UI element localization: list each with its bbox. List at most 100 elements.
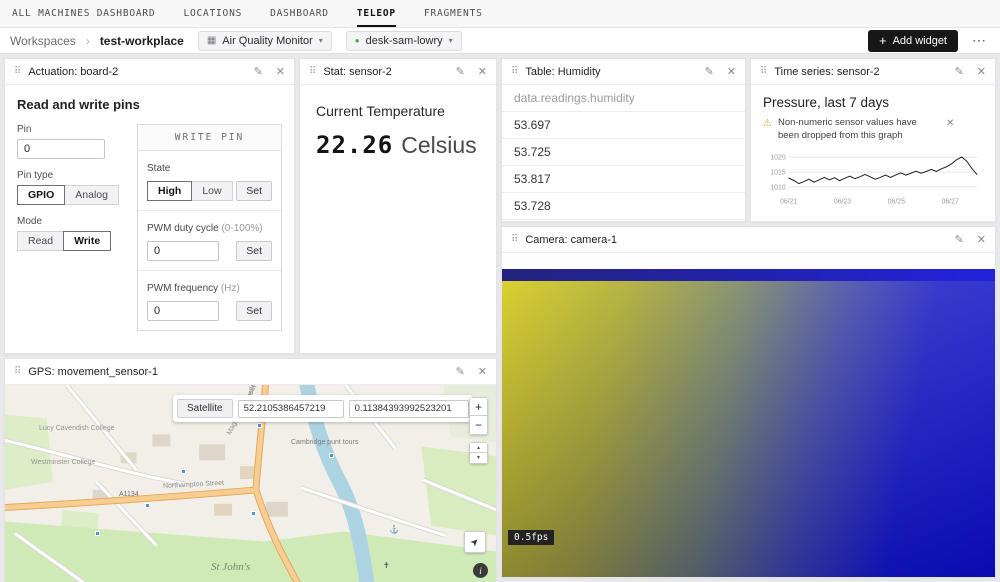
svg-text:1010: 1010: [770, 184, 785, 191]
edit-icon[interactable]: ✎: [955, 65, 964, 78]
breadcrumb-current-workspace: test-workplace: [100, 34, 184, 48]
edit-icon[interactable]: ✎: [456, 65, 465, 78]
edit-icon[interactable]: ✎: [955, 233, 964, 246]
svg-text:06/21: 06/21: [780, 198, 797, 205]
pwm-duty-input[interactable]: [147, 241, 219, 261]
machine-icon: ▦: [207, 35, 216, 46]
pin-type-analog-button[interactable]: Analog: [64, 185, 119, 205]
nav-fragments[interactable]: FRAGMENTS: [424, 0, 483, 27]
map-label: Westminster College: [31, 459, 95, 466]
widget-canvas: ⠿ Actuation: board-2 ✎ ✕ Read and write …: [0, 54, 1000, 582]
close-icon[interactable]: ✕: [977, 65, 986, 78]
stat-value: 22.26: [316, 131, 393, 159]
timeseries-heading: Pressure, last 7 days: [763, 95, 983, 110]
edit-icon[interactable]: ✎: [456, 365, 465, 378]
locate-button[interactable]: ➤: [464, 531, 486, 553]
pwm-frequency-hint: (Hz): [221, 283, 240, 294]
mode-read-button[interactable]: Read: [17, 231, 64, 251]
widget-actuation: ⠿ Actuation: board-2 ✎ ✕ Read and write …: [4, 58, 295, 354]
table-row: 53.697: [502, 112, 745, 139]
pitch-up-button[interactable]: ▲: [469, 442, 488, 453]
nav-teleop[interactable]: TELEOP: [357, 0, 396, 27]
svg-text:1020: 1020: [770, 154, 785, 161]
svg-text:06/25: 06/25: [888, 198, 905, 205]
chevron-down-icon: ▾: [449, 36, 453, 45]
camera-feed-gradient: [502, 281, 995, 577]
pitch-down-button[interactable]: ▼: [469, 453, 488, 464]
map-label: Cambridge punt tours: [291, 439, 358, 446]
nav-all-machines-dashboard[interactable]: ALL MACHINES DASHBOARD: [12, 0, 155, 27]
map-label: Lucy Cavendish College: [39, 425, 115, 432]
map-attribution-icon[interactable]: i: [473, 563, 488, 578]
edit-icon[interactable]: ✎: [254, 65, 263, 78]
warning-icon: ⚠: [763, 117, 772, 131]
gps-map[interactable]: Lucy Cavendish College Westminster Colleg…: [5, 385, 496, 582]
zoom-in-button[interactable]: +: [469, 397, 488, 416]
map-label: A1134: [119, 491, 139, 498]
drag-handle-icon[interactable]: ⠿: [511, 234, 518, 245]
pin-input[interactable]: [17, 139, 105, 159]
nav-dashboard[interactable]: DASHBOARD: [270, 0, 329, 27]
widget-header: ⠿ Actuation: board-2 ✎ ✕: [5, 59, 294, 85]
drag-handle-icon[interactable]: ⠿: [760, 66, 767, 77]
stat-unit: Celsius: [401, 132, 476, 159]
nav-locations[interactable]: LOCATIONS: [183, 0, 242, 27]
camera-body: 0.5fps: [502, 253, 995, 577]
close-icon[interactable]: ✕: [478, 365, 487, 378]
satellite-toggle-button[interactable]: Satellite: [177, 399, 233, 418]
pwm-duty-set-button[interactable]: Set: [236, 241, 272, 261]
widget-title: Time series: sensor-2: [774, 66, 879, 78]
machine-select-label: Air Quality Monitor: [222, 35, 312, 47]
toolbar: Workspaces › test-workplace ▦ Air Qualit…: [0, 28, 1000, 54]
stat-body: Current Temperature 22.26 Celsius: [300, 85, 496, 175]
pwm-frequency-input[interactable]: [147, 301, 219, 321]
timeseries-body: Pressure, last 7 days ⚠ Non-numeric sens…: [751, 85, 995, 215]
pin-label: Pin: [17, 124, 123, 135]
map-marker: [95, 531, 100, 536]
mode-toggle: Read Write: [17, 231, 111, 251]
map-marker: [145, 503, 150, 508]
state-set-button[interactable]: Set: [236, 181, 272, 201]
close-icon[interactable]: ✕: [977, 233, 986, 246]
svg-text:06/27: 06/27: [942, 198, 959, 205]
part-select[interactable]: ● desk-sam-lowry ▾: [346, 31, 462, 51]
map-poi-anchor-icon: ⚓: [389, 525, 399, 534]
drag-handle-icon[interactable]: ⠿: [309, 66, 316, 77]
add-widget-button[interactable]: + Add widget: [868, 30, 958, 52]
edit-icon[interactable]: ✎: [705, 65, 714, 78]
pin-type-gpio-button[interactable]: GPIO: [17, 185, 65, 205]
widget-header: ⠿ GPS: movement_sensor-1 ✎ ✕: [5, 359, 496, 385]
overflow-menu-icon[interactable]: ⋯: [968, 32, 990, 49]
breadcrumb-separator-icon: ›: [86, 34, 90, 48]
latitude-input[interactable]: [238, 400, 344, 418]
drag-handle-icon[interactable]: ⠿: [511, 66, 518, 77]
stat-heading: Current Temperature: [316, 103, 480, 119]
table-row: 53.728: [502, 193, 745, 220]
status-dot-icon: ●: [355, 36, 360, 45]
svg-text:1015: 1015: [770, 169, 785, 176]
part-select-label: desk-sam-lowry: [366, 35, 443, 47]
mode-write-button[interactable]: Write: [63, 231, 111, 251]
pwm-frequency-set-button[interactable]: Set: [236, 301, 272, 321]
map-marker: [251, 511, 256, 516]
close-icon[interactable]: ✕: [727, 65, 736, 78]
plus-icon: +: [879, 34, 887, 47]
fps-badge: 0.5fps: [508, 530, 554, 545]
machine-select[interactable]: ▦ Air Quality Monitor ▾: [198, 31, 332, 51]
widget-header: ⠿ Camera: camera-1 ✎ ✕: [502, 227, 995, 253]
state-high-button[interactable]: High: [147, 181, 192, 201]
actuation-heading: Read and write pins: [17, 97, 282, 112]
longitude-input[interactable]: [349, 400, 469, 418]
breadcrumb-workspaces[interactable]: Workspaces: [10, 34, 76, 48]
drag-handle-icon[interactable]: ⠿: [14, 66, 21, 77]
warning-dismiss-icon[interactable]: ✕: [944, 117, 956, 131]
write-pin-title: WRITE PIN: [138, 125, 281, 151]
pwm-duty-hint: (0-100%): [221, 223, 262, 234]
map-marker: [257, 423, 262, 428]
state-low-button[interactable]: Low: [191, 181, 232, 201]
mode-label: Mode: [17, 216, 123, 227]
zoom-out-button[interactable]: −: [469, 416, 488, 435]
close-icon[interactable]: ✕: [276, 65, 285, 78]
close-icon[interactable]: ✕: [478, 65, 487, 78]
drag-handle-icon[interactable]: ⠿: [14, 366, 21, 377]
